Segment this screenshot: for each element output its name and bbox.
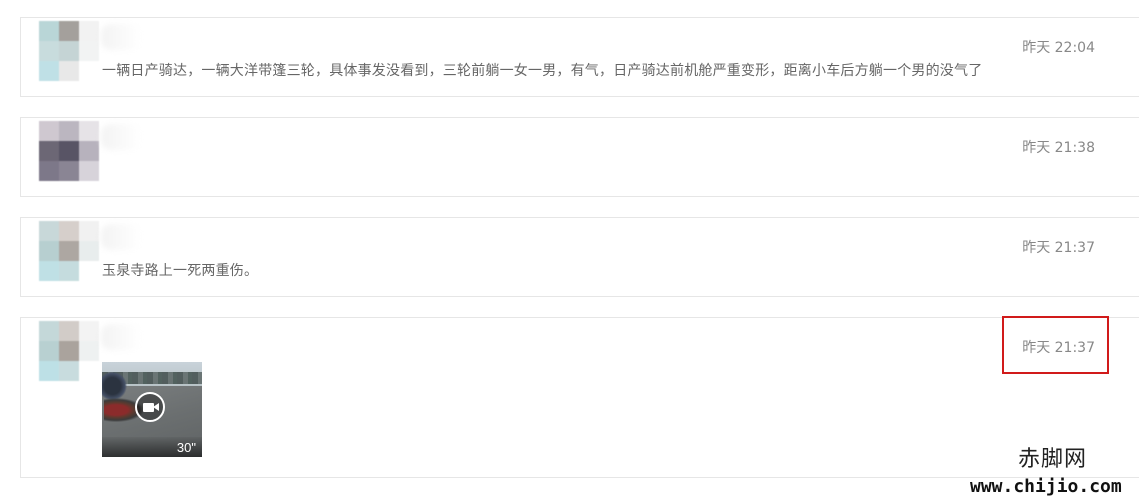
avatar-pixel bbox=[59, 61, 79, 81]
avatar-pixel bbox=[59, 221, 79, 241]
comment-item: 玉泉寺路上一死两重伤。 昨天 21:37 bbox=[20, 217, 1139, 297]
blurred-username bbox=[101, 24, 141, 50]
avatar-pixel bbox=[39, 141, 59, 161]
avatar-pixel bbox=[59, 341, 79, 361]
avatar[interactable] bbox=[39, 21, 101, 83]
avatar-pixel bbox=[79, 321, 99, 341]
comment-timestamp: 昨天 21:37 bbox=[1022, 240, 1095, 256]
avatar-pixel bbox=[79, 41, 99, 61]
watermark-site-url: www.chijio.com bbox=[970, 476, 1122, 497]
avatar-pixel bbox=[79, 361, 99, 381]
camera-lens bbox=[153, 403, 159, 411]
comment-text: 玉泉寺路上一死两重伤。 bbox=[102, 263, 259, 279]
comment-timestamp: 昨天 22:04 bbox=[1022, 40, 1095, 56]
avatar-pixel bbox=[79, 241, 99, 261]
blurred-username bbox=[101, 324, 141, 350]
comment-item: 昨天 21:38 bbox=[20, 117, 1139, 197]
avatar-pixel bbox=[39, 21, 59, 41]
avatar-pixel bbox=[59, 261, 79, 281]
comment-item: 一辆日产骑达，一辆大洋带篷三轮，具体事发没看到，三轮前躺一女一男，有气，日产骑达… bbox=[20, 17, 1139, 97]
avatar-pixel bbox=[39, 341, 59, 361]
avatar-pixel bbox=[79, 61, 99, 81]
avatar-pixel bbox=[39, 61, 59, 81]
avatar-pixel bbox=[39, 321, 59, 341]
comment-timestamp: 昨天 21:38 bbox=[1022, 140, 1095, 156]
avatar-pixel bbox=[79, 221, 99, 241]
avatar-pixel bbox=[79, 261, 99, 281]
avatar-pixel bbox=[59, 121, 79, 141]
avatar-pixel bbox=[59, 241, 79, 261]
avatar-pixel bbox=[39, 41, 59, 61]
avatar-pixel bbox=[39, 261, 59, 281]
avatar-pixel bbox=[39, 221, 59, 241]
avatar-pixel bbox=[79, 121, 99, 141]
comment-text: 一辆日产骑达，一辆大洋带篷三轮，具体事发没看到，三轮前躺一女一男，有气，日产骑达… bbox=[102, 63, 983, 79]
avatar-pixel bbox=[39, 361, 59, 381]
avatar-pixel bbox=[59, 41, 79, 61]
avatar-pixel bbox=[59, 141, 79, 161]
avatar-pixel bbox=[79, 161, 99, 181]
watermark-site-name: 赤脚网 bbox=[1018, 447, 1088, 472]
avatar-pixel bbox=[59, 21, 79, 41]
avatar-pixel bbox=[39, 121, 59, 141]
avatar-pixel bbox=[59, 161, 79, 181]
comment-item: 30" 昨天 21:37 bbox=[20, 317, 1139, 478]
comment-feed: 一辆日产骑达，一辆大洋带篷三轮，具体事发没看到，三轮前躺一女一男，有气，日产骑达… bbox=[0, 0, 1139, 498]
avatar-pixel bbox=[59, 361, 79, 381]
avatar[interactable] bbox=[39, 321, 101, 383]
video-thumbnail[interactable]: 30" bbox=[102, 362, 202, 457]
video-duration: 30" bbox=[176, 440, 196, 455]
video-frame-vehicle bbox=[102, 372, 128, 400]
video-camera-icon[interactable] bbox=[135, 392, 165, 422]
avatar-pixel bbox=[39, 241, 59, 261]
blurred-username bbox=[101, 124, 141, 150]
avatar-pixel bbox=[79, 21, 99, 41]
avatar-pixel bbox=[79, 341, 99, 361]
avatar[interactable] bbox=[39, 121, 101, 183]
blurred-username bbox=[101, 224, 141, 250]
avatar-pixel bbox=[59, 321, 79, 341]
comment-timestamp: 昨天 21:37 bbox=[1022, 340, 1095, 356]
avatar[interactable] bbox=[39, 221, 101, 283]
avatar-pixel bbox=[79, 141, 99, 161]
avatar-pixel bbox=[39, 161, 59, 181]
